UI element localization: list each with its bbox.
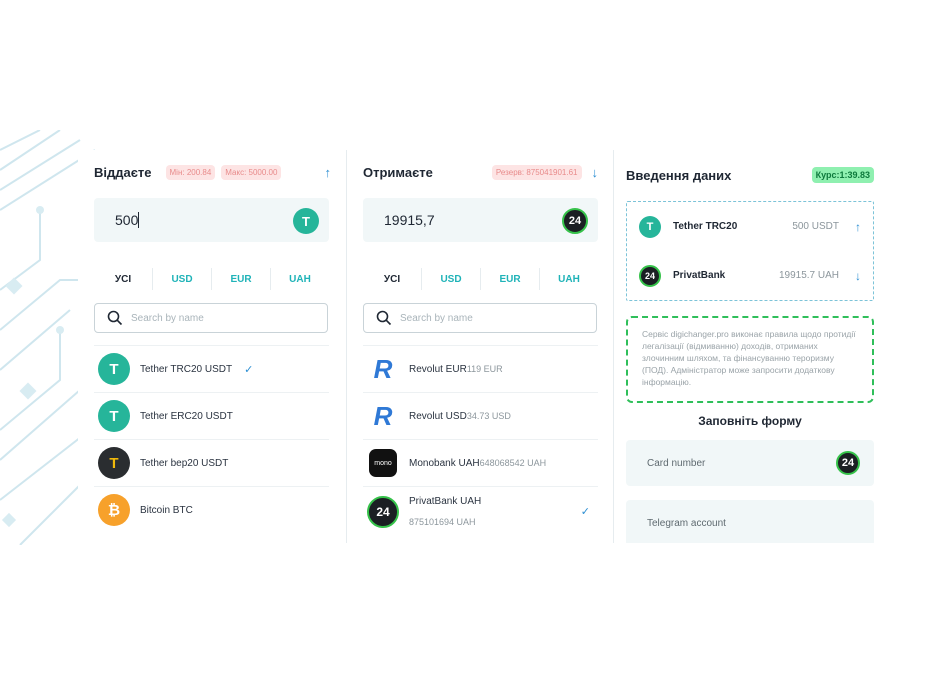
give-title: Віддаєте	[94, 164, 152, 180]
list-item[interactable]: T Tether ERC20 USDT	[94, 392, 329, 439]
receive-currency-tabs: УСІ USD EUR UAH	[363, 268, 598, 290]
give-panel: Віддаєте Мін: 200.84 Макс: 5000.00 ↑ 500…	[78, 150, 345, 543]
list-item[interactable]: 24 PrivatBank UAH 875101694 UAH ✓	[363, 486, 598, 536]
arrow-up-icon: ↑	[324, 164, 332, 180]
summary-name: Tether TRC20	[673, 221, 738, 232]
list-item[interactable]: R Revolut EUR 119 EUR	[363, 345, 598, 392]
min-limit-badge: Мін: 200.84	[165, 164, 216, 180]
item-text: PrivatBank UAH 875101694 UAH	[409, 496, 481, 527]
summary-amount: 500 USDT	[792, 221, 839, 232]
receive-panel: Отримаєте Резерв: 875041901.61 ↓ 19915,7…	[347, 150, 612, 543]
data-entry-title: Введення даних	[626, 167, 732, 183]
item-reserve: 34.73 USD	[466, 411, 511, 421]
receive-title: Отримаєте	[363, 164, 433, 180]
exchange-summary: T Tether TRC20 500 USDT ↑ 24 PrivatBank …	[626, 201, 874, 301]
receive-currency-list: R Revolut EUR 119 EUR R Revolut USD 34.73 …	[363, 345, 598, 536]
give-currency-tabs: УСІ USD EUR UAH	[94, 268, 329, 290]
privatbank-icon: 24	[639, 264, 661, 287]
tab-uah[interactable]: UAH	[270, 268, 329, 290]
give-amount-field[interactable]: 500 T	[94, 198, 329, 242]
summary-amount: 19915.7 UAH	[778, 270, 839, 281]
telegram-account-field[interactable]: Telegram account	[626, 500, 874, 543]
monobank-icon: mono	[369, 449, 397, 477]
list-item[interactable]: R Revolut USD 34.73 USD	[363, 392, 598, 439]
summary-row-receive: 24 PrivatBank 19915.7 UAH ↓	[627, 251, 873, 300]
give-currency-list: T Tether TRC20 USDT ✓ T Tether ERC20 USD…	[94, 345, 329, 533]
item-name: Bitcoin BTC	[140, 504, 193, 516]
search-icon	[376, 310, 392, 326]
receive-amount-field[interactable]: 19915,7 24	[363, 198, 598, 242]
receive-header: Отримаєте Резерв: 875041901.61 ↓	[363, 162, 602, 182]
check-icon: ✓	[244, 363, 254, 376]
item-name: PrivatBank UAH	[409, 496, 482, 507]
item-name: Revolut EUR	[409, 363, 467, 375]
tab-eur[interactable]: EUR	[480, 268, 539, 290]
list-item[interactable]: mono Monobank UAH 648068542 UAH	[363, 439, 598, 486]
list-item[interactable]: ₿ Bitcoin BTC	[94, 486, 329, 533]
arrow-up-icon: ↑	[855, 219, 861, 234]
item-reserve: 119 EUR	[466, 364, 503, 374]
reserve-badge: Резерв: 875041901.61	[491, 164, 582, 180]
tab-eur[interactable]: EUR	[211, 268, 270, 290]
exchange-rate-badge: Курс:1:39.83	[811, 167, 874, 183]
search-icon	[107, 310, 123, 326]
tab-all[interactable]: УСІ	[94, 268, 152, 290]
card-number-placeholder: Card number	[647, 457, 706, 469]
tether-bep20-icon: T	[98, 447, 130, 479]
summary-name: PrivatBank	[673, 270, 726, 281]
revolut-icon: R	[373, 353, 393, 384]
tether-trc20-icon: T	[639, 215, 661, 238]
check-icon: ✓	[580, 506, 590, 518]
search-placeholder: Search by name	[131, 312, 204, 324]
item-name: Monobank UAH	[409, 457, 480, 469]
item-name: Tether bep20 USDT	[140, 457, 229, 469]
summary-row-give: T Tether TRC20 500 USDT ↑	[627, 202, 873, 251]
give-amount-value: 500	[115, 212, 139, 228]
receive-amount-value: 19915,7	[384, 212, 435, 228]
max-limit-badge: Макс: 5000.00	[221, 164, 282, 180]
list-item[interactable]: T Tether TRC20 USDT ✓	[94, 345, 329, 392]
tether-trc20-icon: T	[98, 353, 130, 385]
give-search-input[interactable]: Search by name	[94, 303, 328, 333]
search-placeholder: Search by name	[400, 312, 473, 324]
privatbank-icon: 24	[836, 451, 860, 475]
tether-trc20-icon: T	[293, 208, 319, 234]
bitcoin-icon: ₿	[98, 494, 130, 526]
tab-all[interactable]: УСІ	[363, 268, 421, 290]
privatbank-icon: 24	[562, 208, 588, 234]
telegram-placeholder: Telegram account	[647, 517, 726, 529]
item-name: Tether TRC20 USDT	[140, 363, 233, 375]
exchange-screen: Віддаєте Мін: 200.84 Макс: 5000.00 ↑ 500…	[0, 0, 950, 679]
give-header: Віддаєте Мін: 200.84 Макс: 5000.00 ↑	[94, 162, 335, 182]
aml-notice: Сервіс digichanger.pro виконає правила щ…	[626, 316, 874, 403]
data-entry-panel: Введення даних Курс:1:39.83 T Tether TRC…	[614, 150, 884, 543]
tether-erc20-icon: T	[98, 400, 130, 432]
item-name: Tether ERC20 USDT	[140, 410, 233, 422]
data-entry-header: Введення даних Курс:1:39.83	[626, 165, 874, 185]
card-number-field[interactable]: Card number 24	[626, 440, 874, 486]
tab-usd[interactable]: USD	[152, 268, 211, 290]
receive-search-input[interactable]: Search by name	[363, 303, 597, 333]
arrow-down-icon: ↓	[591, 164, 599, 180]
revolut-icon: R	[373, 400, 393, 431]
list-item[interactable]: T Tether bep20 USDT	[94, 439, 329, 486]
item-reserve: 875101694 UAH	[409, 517, 476, 527]
tab-usd[interactable]: USD	[421, 268, 480, 290]
tab-uah[interactable]: UAH	[539, 268, 598, 290]
privatbank-icon: 24	[367, 495, 399, 528]
form-title: Заповніть форму	[698, 414, 802, 428]
item-reserve: 648068542 UAH	[479, 458, 547, 468]
text-caret	[138, 212, 140, 228]
arrow-down-icon: ↓	[855, 268, 861, 283]
item-name: Revolut USD	[409, 410, 467, 422]
